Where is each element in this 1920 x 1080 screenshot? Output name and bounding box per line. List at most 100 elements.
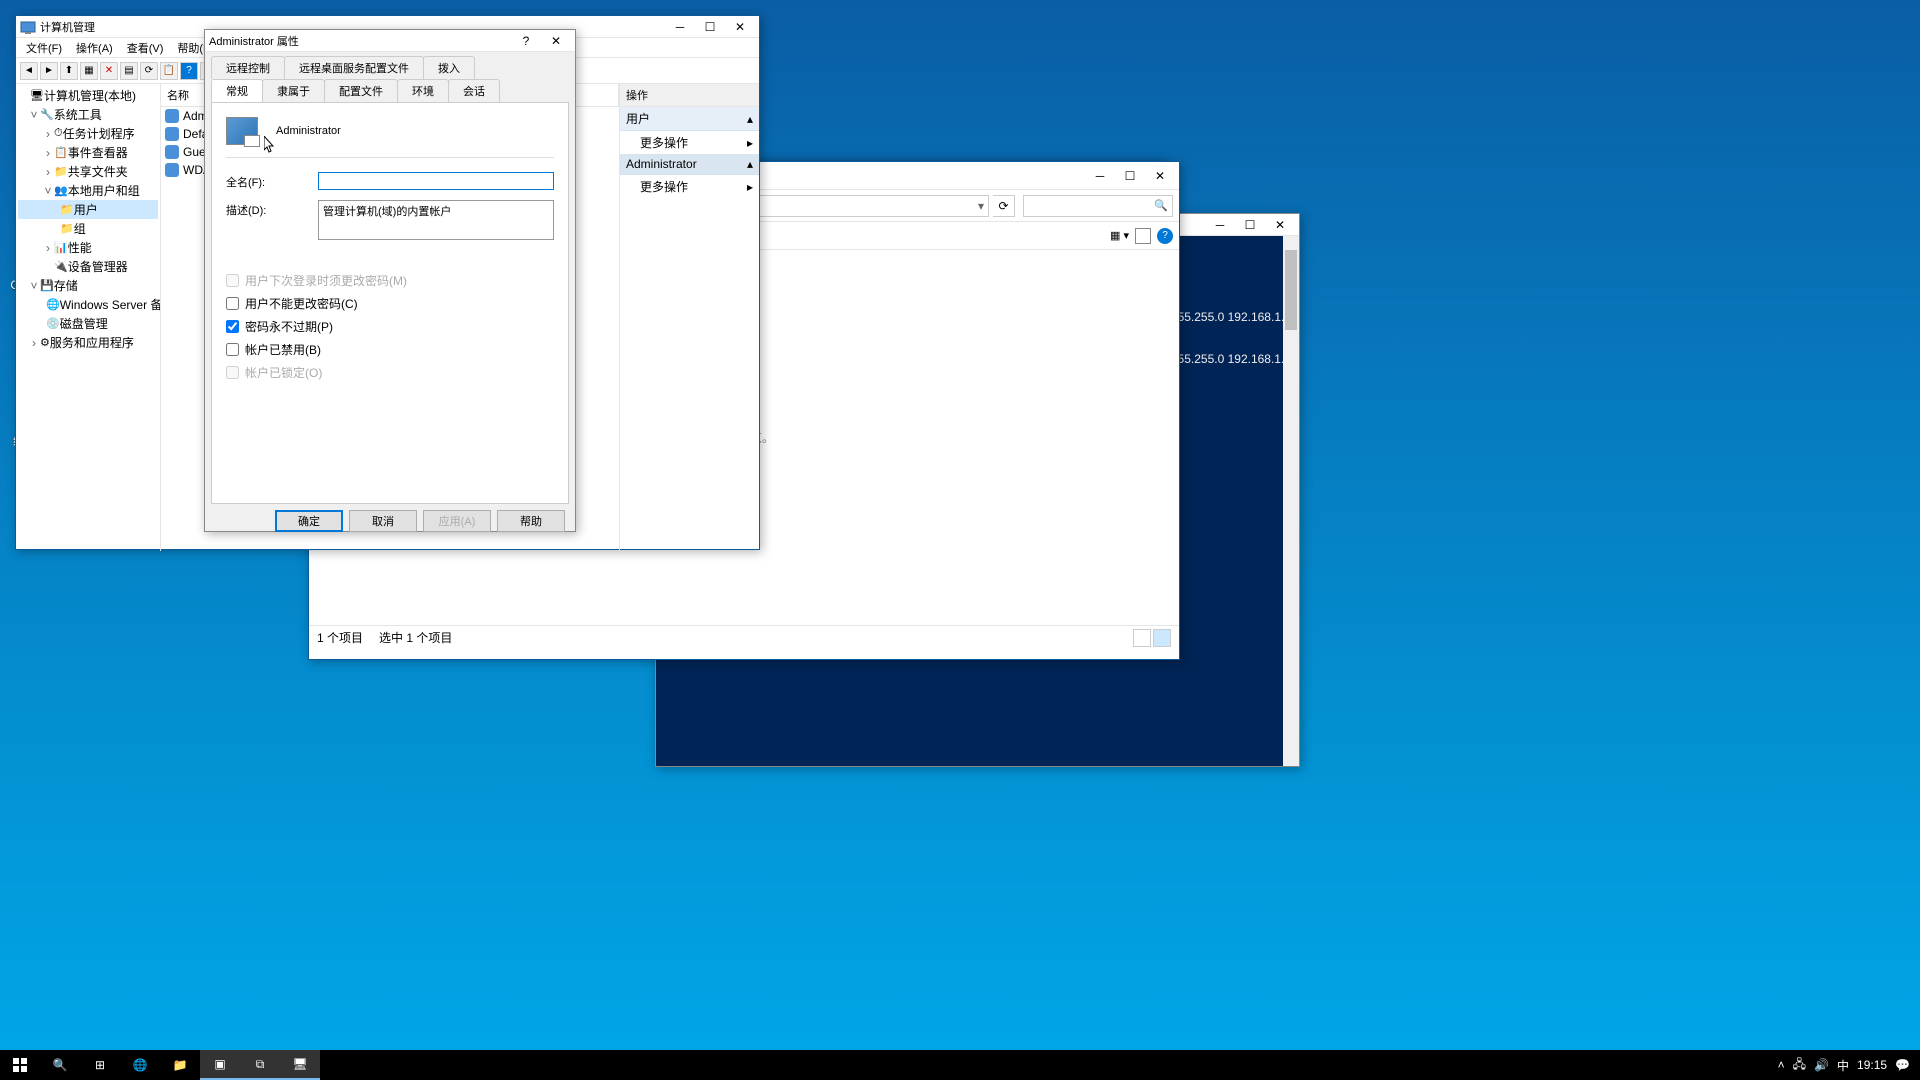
collapse-icon: ▴ — [747, 157, 753, 171]
maximize-button[interactable]: ☐ — [695, 17, 725, 37]
description-input[interactable] — [318, 200, 554, 240]
user-avatar-icon — [226, 117, 258, 145]
menu-file[interactable]: 文件(F) — [20, 38, 68, 58]
tree-systools[interactable]: ˅🔧 系统工具 — [18, 105, 158, 124]
taskbar-app-explorer[interactable]: 📁 — [160, 1050, 200, 1080]
up-button[interactable]: ⬆ — [60, 62, 78, 80]
collapse-icon: ▴ — [747, 112, 753, 126]
view-dropdown-icon[interactable]: ▦ ▾ — [1110, 229, 1129, 242]
cancel-button[interactable]: 取消 — [349, 510, 417, 532]
ime-indicator[interactable]: 中 — [1837, 1057, 1849, 1074]
refresh-button[interactable]: ⟳ — [993, 195, 1015, 217]
properties-button[interactable]: ▤ — [120, 62, 138, 80]
tree-devmgr[interactable]: 🔌 设备管理器 — [18, 257, 158, 276]
close-button[interactable]: ✕ — [725, 17, 755, 37]
show-hide-button[interactable]: ▦ — [80, 62, 98, 80]
minimize-button[interactable]: ─ — [1085, 166, 1115, 186]
tab-rds-profile[interactable]: 远程桌面服务配置文件 — [284, 56, 424, 79]
clock[interactable]: 19:15 — [1857, 1058, 1887, 1072]
minimize-button[interactable]: ─ — [665, 17, 695, 37]
forward-button[interactable]: ► — [40, 62, 58, 80]
close-button[interactable]: ✕ — [1145, 166, 1175, 186]
search-box[interactable]: 🔍 — [1023, 195, 1173, 217]
general-panel: Administrator 全名(F): 描述(D): 用户下次登录时须更改密码… — [211, 102, 569, 504]
help-button[interactable]: ? — [180, 62, 198, 80]
status-selected-count: 选中 1 个项目 — [379, 629, 452, 646]
taskbar-app-powershell[interactable]: ⧉ — [240, 1050, 280, 1080]
delete-button[interactable]: ✕ — [100, 62, 118, 80]
scrollbar[interactable] — [1283, 236, 1299, 766]
minimize-button[interactable]: ─ — [1205, 215, 1235, 235]
actions-more[interactable]: 更多操作▸ — [620, 175, 759, 198]
menu-view[interactable]: 查看(V) — [121, 38, 170, 58]
actions-group-users[interactable]: 用户▴ — [620, 107, 759, 131]
tab-dialin[interactable]: 拨入 — [423, 56, 475, 79]
status-item-count: 1 个项目 — [317, 629, 363, 646]
export-button[interactable]: 📋 — [160, 62, 178, 80]
tree-services[interactable]: ›⚙ 服务和应用程序 — [18, 333, 158, 352]
help-icon[interactable]: ? — [1157, 228, 1173, 244]
taskbar-app-cmd[interactable]: ▣ — [200, 1050, 240, 1080]
chk-never-expire[interactable]: 密码永不过期(P) — [226, 318, 554, 335]
tree-perf[interactable]: ›📊 性能 — [18, 238, 158, 257]
tree-root[interactable]: 🖥 计算机管理(本地) — [18, 86, 158, 105]
taskbar-app-mmc[interactable]: 🖥 — [280, 1050, 320, 1080]
tray-chevron-icon[interactable]: ˄ — [1778, 1058, 1785, 1072]
tab-general[interactable]: 常规 — [211, 79, 263, 102]
refresh-button[interactable]: ⟳ — [140, 62, 158, 80]
tab-profile[interactable]: 配置文件 — [324, 79, 398, 102]
icons-view-button[interactable] — [1153, 629, 1171, 647]
user-icon — [165, 109, 179, 123]
details-view-button[interactable] — [1133, 629, 1151, 647]
user-icon — [165, 145, 179, 159]
fullname-label: 全名(F): — [226, 172, 318, 190]
network-icon[interactable]: 🖧 — [1793, 1055, 1806, 1076]
actions-header: 操作 — [620, 84, 759, 107]
taskbar[interactable]: 🔍 ⊞ 🌐 📁 ▣ ⧉ 🖥 ˄ 🖧 🔊 中 19:15 💬 — [0, 1050, 1920, 1080]
maximize-button[interactable]: ☐ — [1115, 166, 1145, 186]
close-button[interactable]: ✕ — [541, 31, 571, 51]
tab-memberof[interactable]: 隶属于 — [262, 79, 325, 102]
ok-button[interactable]: 确定 — [275, 510, 343, 532]
tab-sessions[interactable]: 会话 — [448, 79, 500, 102]
tree-scheduler[interactable]: ›⏱ 任务计划程序 — [18, 124, 158, 143]
fullname-input[interactable] — [318, 172, 554, 190]
chk-cannot-change[interactable]: 用户不能更改密码(C) — [226, 295, 554, 312]
tab-environment[interactable]: 环境 — [397, 79, 449, 102]
actions-pane: 操作 用户▴ 更多操作▸ Administrator▴ 更多操作▸ — [619, 84, 759, 551]
chk-disabled[interactable]: 帐户已禁用(B) — [226, 341, 554, 358]
properties-dialog[interactable]: Administrator 属性 ? ✕ 远程控制 远程桌面服务配置文件 拨入 … — [204, 29, 576, 532]
search-button[interactable]: 🔍 — [40, 1050, 80, 1080]
maximize-button[interactable]: ☐ — [1235, 215, 1265, 235]
terminal-line: 255.255.0 192.168.1.1 — [1171, 352, 1291, 366]
taskbar-app-edge[interactable]: 🌐 — [120, 1050, 160, 1080]
task-view-button[interactable]: ⊞ — [80, 1050, 120, 1080]
tree-diskmgr[interactable]: 💿 磁盘管理 — [18, 314, 158, 333]
actions-group-admin[interactable]: Administrator▴ — [620, 154, 759, 175]
apply-button[interactable]: 应用(A) — [423, 510, 491, 532]
back-button[interactable]: ◄ — [20, 62, 38, 80]
actions-more[interactable]: 更多操作▸ — [620, 131, 759, 154]
tree-pane[interactable]: 🖥 计算机管理(本地) ˅🔧 系统工具 ›⏱ 任务计划程序 ›📋 事件查看器 ›… — [16, 84, 161, 551]
tree-storage[interactable]: ˅💾 存储 — [18, 276, 158, 295]
mmc-icon — [20, 19, 36, 35]
close-button[interactable]: ✕ — [1265, 215, 1295, 235]
volume-icon[interactable]: 🔊 — [1814, 1058, 1829, 1072]
tree-eventvwr[interactable]: ›📋 事件查看器 — [18, 143, 158, 162]
menu-action[interactable]: 操作(A) — [70, 38, 119, 58]
help-button[interactable]: ? — [511, 31, 541, 51]
help-button[interactable]: 帮助 — [497, 510, 565, 532]
terminal-line: 55.255.0 192.168.1.1 — [1178, 310, 1291, 324]
tree-localusers[interactable]: ˅👥 本地用户和组 — [18, 181, 158, 200]
start-button[interactable] — [0, 1050, 40, 1080]
notifications-icon[interactable]: 💬 — [1895, 1058, 1910, 1072]
tree-shared[interactable]: ›📁 共享文件夹 — [18, 162, 158, 181]
tree-users[interactable]: 📁 用户 — [18, 200, 158, 219]
dialog-title: Administrator 属性 — [209, 33, 511, 49]
tree-groups[interactable]: 📁 组 — [18, 219, 158, 238]
preview-pane-icon[interactable] — [1135, 228, 1151, 244]
tree-wsbackup[interactable]: 🌐 Windows Server 备份 — [18, 295, 158, 314]
description-label: 描述(D): — [226, 200, 318, 218]
tab-remote-control[interactable]: 远程控制 — [211, 56, 285, 79]
chk-must-change: 用户下次登录时须更改密码(M) — [226, 272, 554, 289]
